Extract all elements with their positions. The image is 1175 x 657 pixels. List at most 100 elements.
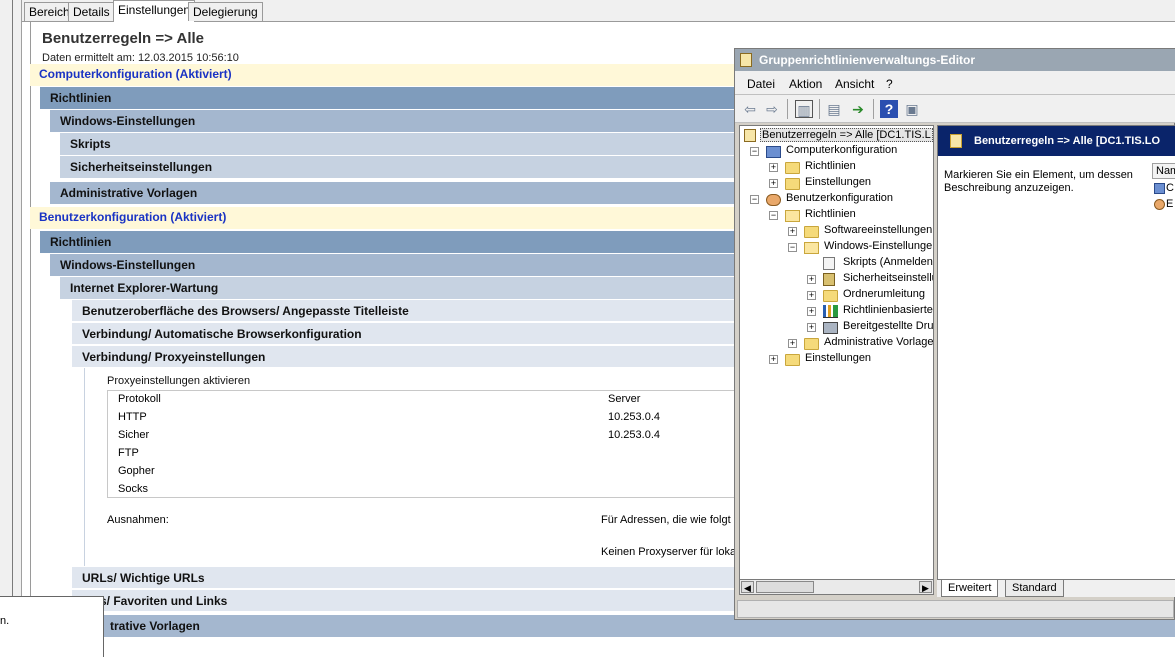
exceptions-text: Für Adressen, die wie folgt b: [601, 514, 740, 526]
proxy-table: Protokoll Server HTTP 10.253.0.4 Sicher …: [107, 390, 747, 498]
folder-icon: [785, 178, 800, 190]
editor-toolbar: ⇦ ⇨ ▥ ▤ ➔ ? ▣: [735, 95, 1175, 123]
action-pane-icon[interactable]: ▣: [903, 100, 921, 118]
editor-menubar: Datei Aktion Ansicht ?: [735, 71, 1175, 95]
column-name-header[interactable]: Nam: [1152, 163, 1175, 179]
status-bar: [737, 600, 1174, 618]
uc-proxy-header[interactable]: Verbindung/ Proxyeinstellungen: [72, 346, 734, 368]
folder-open-icon: [804, 242, 819, 254]
list-item[interactable]: C: [1154, 182, 1175, 196]
expand-icon[interactable]: +: [807, 307, 816, 316]
tab-standard[interactable]: Standard: [1005, 580, 1064, 597]
back-arrow-icon[interactable]: ⇦: [741, 100, 759, 118]
tree-label: Administrative Vorlager: [824, 336, 934, 348]
collapse-icon[interactable]: −: [788, 243, 797, 252]
menu-datei[interactable]: Datei: [747, 77, 775, 91]
expand-icon[interactable]: +: [769, 355, 778, 364]
tree-label: Einstellungen: [805, 176, 872, 188]
toolbar-separator: [819, 99, 820, 119]
cc-scripts-header[interactable]: Skripts: [60, 133, 734, 155]
expand-icon[interactable]: +: [807, 275, 816, 284]
menu-help[interactable]: ?: [886, 77, 893, 91]
user-icon: [766, 194, 781, 206]
expand-icon[interactable]: +: [788, 227, 797, 236]
overlay-popup: n.: [0, 596, 104, 657]
uc-favorites-header[interactable]: s/ Favoriten und Links: [72, 590, 734, 612]
collapse-icon[interactable]: −: [750, 147, 759, 156]
uc-browser-ui-header[interactable]: Benutzeroberfläche des Browsers/ Angepas…: [72, 300, 734, 322]
cc-admin-templates-header[interactable]: Administrative Vorlagen: [50, 182, 734, 204]
tab-delegierung[interactable]: Delegierung: [188, 2, 263, 21]
expand-icon[interactable]: +: [788, 339, 797, 348]
tree-label: Bereitgestellte Dru: [843, 320, 934, 332]
details-header: Benutzerregeln => Alle [DC1.TIS.LO: [938, 126, 1175, 156]
security-icon: [823, 273, 835, 286]
row-server: 10.253.0.4: [608, 429, 660, 441]
help-icon[interactable]: ?: [880, 100, 898, 118]
user-icon: [1154, 199, 1165, 210]
scroll-right-icon[interactable]: ▶: [919, 581, 932, 593]
collapse-icon[interactable]: −: [750, 195, 759, 204]
tab-erweitert[interactable]: Erweitert: [941, 580, 999, 597]
uc-auto-config-header[interactable]: Verbindung/ Automatische Browserkonfigur…: [72, 323, 734, 345]
computer-config-header[interactable]: Computerkonfiguration (Aktiviert): [30, 64, 734, 86]
col-protocol: Protokoll: [118, 393, 161, 405]
tree-label: Richtlinien: [805, 160, 856, 172]
gpo-doc-icon: [950, 134, 962, 148]
row-protocol: Sicher: [118, 429, 150, 441]
col-server: Server: [608, 393, 641, 405]
expand-icon[interactable]: +: [807, 323, 816, 332]
details-header-title: Benutzerregeln => Alle [DC1.TIS.LO: [974, 135, 1161, 147]
uc-urls-header[interactable]: URLs/ Wichtige URLs: [72, 567, 734, 589]
uc-windows-settings-header[interactable]: Windows-Einstellungen: [50, 254, 734, 276]
editor-titlebar[interactable]: Gruppenrichtlinienverwaltungs-Editor: [735, 49, 1175, 71]
folder-open-icon: [785, 210, 800, 222]
forward-arrow-icon[interactable]: ⇨: [763, 100, 781, 118]
tree-label: Softwareeinstellungen: [824, 224, 933, 236]
gpo-doc-icon: [744, 129, 756, 142]
row-protocol: Gopher: [118, 465, 155, 477]
user-config-header[interactable]: Benutzerkonfiguration (Aktiviert): [30, 207, 734, 229]
toolbar-separator: [787, 99, 788, 119]
list-item[interactable]: E: [1154, 198, 1175, 212]
scroll-left-icon[interactable]: ◀: [741, 581, 754, 593]
collapse-icon[interactable]: −: [769, 211, 778, 220]
expand-icon[interactable]: +: [769, 163, 778, 172]
row-protocol: HTTP: [118, 411, 147, 423]
tab-einstellungen[interactable]: Einstellungen: [113, 0, 196, 22]
tree-label: Sicherheitseinstellu: [843, 272, 934, 284]
details-pane: Benutzerregeln => Alle [DC1.TIS.LO Marki…: [937, 125, 1175, 595]
tree-label: Einstellungen: [805, 352, 872, 364]
cc-windows-settings-header[interactable]: Windows-Einstellungen: [50, 110, 734, 132]
cc-richtlinien-header[interactable]: Richtlinien: [40, 87, 734, 109]
tree-label: Computerkonfiguration: [786, 144, 898, 156]
expand-icon[interactable]: +: [807, 291, 816, 300]
uc-ie-maintenance-header[interactable]: Internet Explorer-Wartung: [60, 277, 734, 299]
menu-aktion[interactable]: Aktion: [789, 77, 822, 91]
scroll-thumb[interactable]: [756, 581, 814, 593]
row-protocol: Socks: [118, 483, 148, 495]
tree-label: Skripts (Anmelden/: [843, 256, 934, 268]
tree-label: Benutzerkonfiguration: [786, 192, 894, 204]
properties-icon[interactable]: ▤: [825, 100, 843, 118]
tree-label: Ordnerumleitung: [843, 288, 925, 300]
tree-label: Benutzerregeln => Alle [DC1.TIS.L: [760, 128, 933, 142]
expand-icon[interactable]: +: [769, 179, 778, 188]
gpo-doc-icon: [740, 53, 752, 67]
gp-editor-window[interactable]: Gruppenrichtlinienverwaltungs-Editor Dat…: [734, 48, 1175, 620]
gpmc-tabbar: Bereich Details Einstellungen Delegierun…: [22, 0, 1175, 22]
menu-ansicht[interactable]: Ansicht: [835, 77, 874, 91]
details-description: Markieren Sie ein Element, um dessen Bes…: [944, 169, 1133, 194]
printer-icon: [823, 322, 838, 334]
computer-icon: [766, 146, 781, 158]
uc-richtlinien-header[interactable]: Richtlinien: [40, 231, 734, 253]
cc-security-header[interactable]: Sicherheitseinstellungen: [60, 156, 734, 178]
list-item-label: E: [1166, 198, 1174, 210]
popup-text: n.: [0, 615, 10, 627]
proxy-settings-panel: Proxyeinstellungen aktivieren Protokoll …: [84, 368, 747, 566]
export-list-icon[interactable]: ➔: [849, 100, 867, 118]
show-tree-icon[interactable]: ▥: [795, 100, 813, 118]
proxy-enable-label: Proxyeinstellungen aktivieren: [107, 375, 251, 387]
tab-details[interactable]: Details: [68, 2, 115, 21]
tree-horizontal-scrollbar[interactable]: ◀ ▶: [739, 579, 934, 595]
